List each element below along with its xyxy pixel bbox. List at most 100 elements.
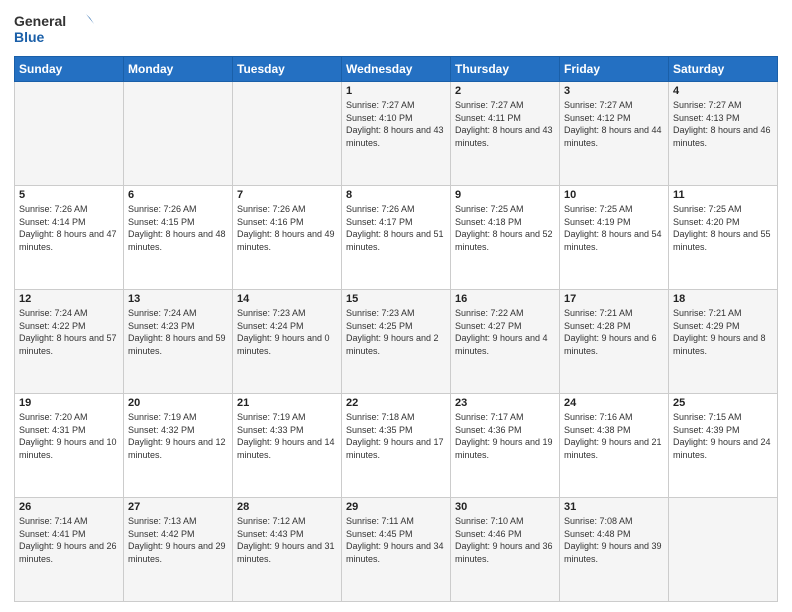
calendar-cell: 13 Sunrise: 7:24 AM Sunset: 4:23 PM Dayli… xyxy=(124,290,233,394)
svg-text:General: General xyxy=(14,13,66,29)
calendar-cell: 22 Sunrise: 7:18 AM Sunset: 4:35 PM Dayli… xyxy=(342,394,451,498)
calendar-cell: 24 Sunrise: 7:16 AM Sunset: 4:38 PM Dayli… xyxy=(560,394,669,498)
calendar-cell: 25 Sunrise: 7:15 AM Sunset: 4:39 PM Dayli… xyxy=(669,394,778,498)
day-number: 9 xyxy=(455,189,555,201)
day-number: 10 xyxy=(564,189,664,201)
calendar-cell: 23Sunrise: 7:17 AM Sunset: 4:36 PM Dayli… xyxy=(451,394,560,498)
day-number: 31 xyxy=(564,501,664,513)
calendar-cell: 3 Sunrise: 7:27 AM Sunset: 4:12 PM Daylig… xyxy=(560,82,669,186)
calendar-cell: 28Sunrise: 7:12 AM Sunset: 4:43 PM Dayli… xyxy=(233,498,342,602)
day-info: Sunrise: 7:23 AM Sunset: 4:24 PM Dayligh… xyxy=(237,307,337,357)
day-info: Sunrise: 7:10 AM Sunset: 4:46 PM Dayligh… xyxy=(455,515,555,565)
day-number: 20 xyxy=(128,397,228,409)
day-info: Sunrise: 7:23 AM Sunset: 4:25 PM Dayligh… xyxy=(346,307,446,357)
day-number: 19 xyxy=(19,397,119,409)
day-number: 26 xyxy=(19,501,119,513)
calendar-cell: 16Sunrise: 7:22 AM Sunset: 4:27 PM Dayli… xyxy=(451,290,560,394)
day-info: Sunrise: 7:08 AM Sunset: 4:48 PM Dayligh… xyxy=(564,515,664,565)
day-number: 11 xyxy=(673,189,773,201)
day-info: Sunrise: 7:19 AM Sunset: 4:32 PM Dayligh… xyxy=(128,411,228,461)
day-number: 29 xyxy=(346,501,446,513)
calendar-cell: 29 Sunrise: 7:11 AM Sunset: 4:45 PM Dayli… xyxy=(342,498,451,602)
svg-text:Blue: Blue xyxy=(14,29,45,45)
calendar-cell: 30 Sunrise: 7:10 AM Sunset: 4:46 PM Dayli… xyxy=(451,498,560,602)
day-number: 25 xyxy=(673,397,773,409)
day-number: 13 xyxy=(128,293,228,305)
day-info: Sunrise: 7:25 AM Sunset: 4:18 PM Dayligh… xyxy=(455,203,555,253)
calendar-header-row: SundayMondayTuesdayWednesdayThursdayFrid… xyxy=(15,57,778,82)
page-header: General Blue xyxy=(14,10,778,50)
day-info: Sunrise: 7:26 AM Sunset: 4:16 PM Dayligh… xyxy=(237,203,337,253)
logo-svg: General Blue xyxy=(14,10,94,50)
day-info: Sunrise: 7:27 AM Sunset: 4:11 PM Dayligh… xyxy=(455,99,555,149)
day-info: Sunrise: 7:24 AM Sunset: 4:22 PM Dayligh… xyxy=(19,307,119,357)
day-number: 15 xyxy=(346,293,446,305)
day-number: 22 xyxy=(346,397,446,409)
calendar-cell: 19 Sunrise: 7:20 AM Sunset: 4:31 PM Dayli… xyxy=(15,394,124,498)
day-info: Sunrise: 7:26 AM Sunset: 4:14 PM Dayligh… xyxy=(19,203,119,253)
calendar-cell: 27 Sunrise: 7:13 AM Sunset: 4:42 PM Dayli… xyxy=(124,498,233,602)
day-of-week-header: Tuesday xyxy=(233,57,342,82)
day-number: 8 xyxy=(346,189,446,201)
calendar-cell: 11 Sunrise: 7:25 AM Sunset: 4:20 PM Dayli… xyxy=(669,186,778,290)
day-number: 4 xyxy=(673,85,773,97)
day-info: Sunrise: 7:27 AM Sunset: 4:12 PM Dayligh… xyxy=(564,99,664,149)
day-info: Sunrise: 7:25 AM Sunset: 4:20 PM Dayligh… xyxy=(673,203,773,253)
calendar-cell: 17 Sunrise: 7:21 AM Sunset: 4:28 PM Dayli… xyxy=(560,290,669,394)
day-info: Sunrise: 7:27 AM Sunset: 4:13 PM Dayligh… xyxy=(673,99,773,149)
calendar-week-row: 1 Sunrise: 7:27 AM Sunset: 4:10 PM Daylig… xyxy=(15,82,778,186)
day-info: Sunrise: 7:16 AM Sunset: 4:38 PM Dayligh… xyxy=(564,411,664,461)
day-number: 16 xyxy=(455,293,555,305)
calendar-cell: 7 Sunrise: 7:26 AM Sunset: 4:16 PM Daylig… xyxy=(233,186,342,290)
day-number: 17 xyxy=(564,293,664,305)
day-number: 30 xyxy=(455,501,555,513)
calendar-week-row: 12Sunrise: 7:24 AM Sunset: 4:22 PM Dayli… xyxy=(15,290,778,394)
calendar-week-row: 19 Sunrise: 7:20 AM Sunset: 4:31 PM Dayli… xyxy=(15,394,778,498)
day-number: 27 xyxy=(128,501,228,513)
calendar-cell: 2 Sunrise: 7:27 AM Sunset: 4:11 PM Daylig… xyxy=(451,82,560,186)
day-number: 24 xyxy=(564,397,664,409)
day-number: 18 xyxy=(673,293,773,305)
day-info: Sunrise: 7:19 AM Sunset: 4:33 PM Dayligh… xyxy=(237,411,337,461)
calendar-cell: 1 Sunrise: 7:27 AM Sunset: 4:10 PM Daylig… xyxy=(342,82,451,186)
day-of-week-header: Thursday xyxy=(451,57,560,82)
calendar-cell: 14 Sunrise: 7:23 AM Sunset: 4:24 PM Dayli… xyxy=(233,290,342,394)
day-info: Sunrise: 7:13 AM Sunset: 4:42 PM Dayligh… xyxy=(128,515,228,565)
day-info: Sunrise: 7:11 AM Sunset: 4:45 PM Dayligh… xyxy=(346,515,446,565)
calendar-cell xyxy=(233,82,342,186)
calendar-cell: 9 Sunrise: 7:25 AM Sunset: 4:18 PM Daylig… xyxy=(451,186,560,290)
day-info: Sunrise: 7:26 AM Sunset: 4:15 PM Dayligh… xyxy=(128,203,228,253)
day-of-week-header: Friday xyxy=(560,57,669,82)
day-of-week-header: Wednesday xyxy=(342,57,451,82)
calendar-cell xyxy=(124,82,233,186)
day-number: 21 xyxy=(237,397,337,409)
calendar-cell: 6 Sunrise: 7:26 AM Sunset: 4:15 PM Daylig… xyxy=(124,186,233,290)
calendar-cell: 12Sunrise: 7:24 AM Sunset: 4:22 PM Dayli… xyxy=(15,290,124,394)
logo: General Blue xyxy=(14,10,94,50)
day-number: 5 xyxy=(19,189,119,201)
day-info: Sunrise: 7:15 AM Sunset: 4:39 PM Dayligh… xyxy=(673,411,773,461)
day-info: Sunrise: 7:18 AM Sunset: 4:35 PM Dayligh… xyxy=(346,411,446,461)
day-number: 3 xyxy=(564,85,664,97)
day-info: Sunrise: 7:21 AM Sunset: 4:28 PM Dayligh… xyxy=(564,307,664,357)
calendar-cell: 10 Sunrise: 7:25 AM Sunset: 4:19 PM Dayli… xyxy=(560,186,669,290)
day-number: 1 xyxy=(346,85,446,97)
day-info: Sunrise: 7:27 AM Sunset: 4:10 PM Dayligh… xyxy=(346,99,446,149)
day-number: 6 xyxy=(128,189,228,201)
day-info: Sunrise: 7:20 AM Sunset: 4:31 PM Dayligh… xyxy=(19,411,119,461)
day-of-week-header: Sunday xyxy=(15,57,124,82)
day-number: 28 xyxy=(237,501,337,513)
calendar-cell: 18 Sunrise: 7:21 AM Sunset: 4:29 PM Dayli… xyxy=(669,290,778,394)
day-number: 7 xyxy=(237,189,337,201)
day-info: Sunrise: 7:17 AM Sunset: 4:36 PM Dayligh… xyxy=(455,411,555,461)
day-info: Sunrise: 7:14 AM Sunset: 4:41 PM Dayligh… xyxy=(19,515,119,565)
calendar-cell: 5 Sunrise: 7:26 AM Sunset: 4:14 PM Daylig… xyxy=(15,186,124,290)
calendar-table: SundayMondayTuesdayWednesdayThursdayFrid… xyxy=(14,56,778,602)
day-info: Sunrise: 7:25 AM Sunset: 4:19 PM Dayligh… xyxy=(564,203,664,253)
day-number: 2 xyxy=(455,85,555,97)
day-number: 14 xyxy=(237,293,337,305)
calendar-cell: 26 Sunrise: 7:14 AM Sunset: 4:41 PM Dayli… xyxy=(15,498,124,602)
day-info: Sunrise: 7:21 AM Sunset: 4:29 PM Dayligh… xyxy=(673,307,773,357)
day-info: Sunrise: 7:24 AM Sunset: 4:23 PM Dayligh… xyxy=(128,307,228,357)
calendar-cell: 15 Sunrise: 7:23 AM Sunset: 4:25 PM Dayli… xyxy=(342,290,451,394)
